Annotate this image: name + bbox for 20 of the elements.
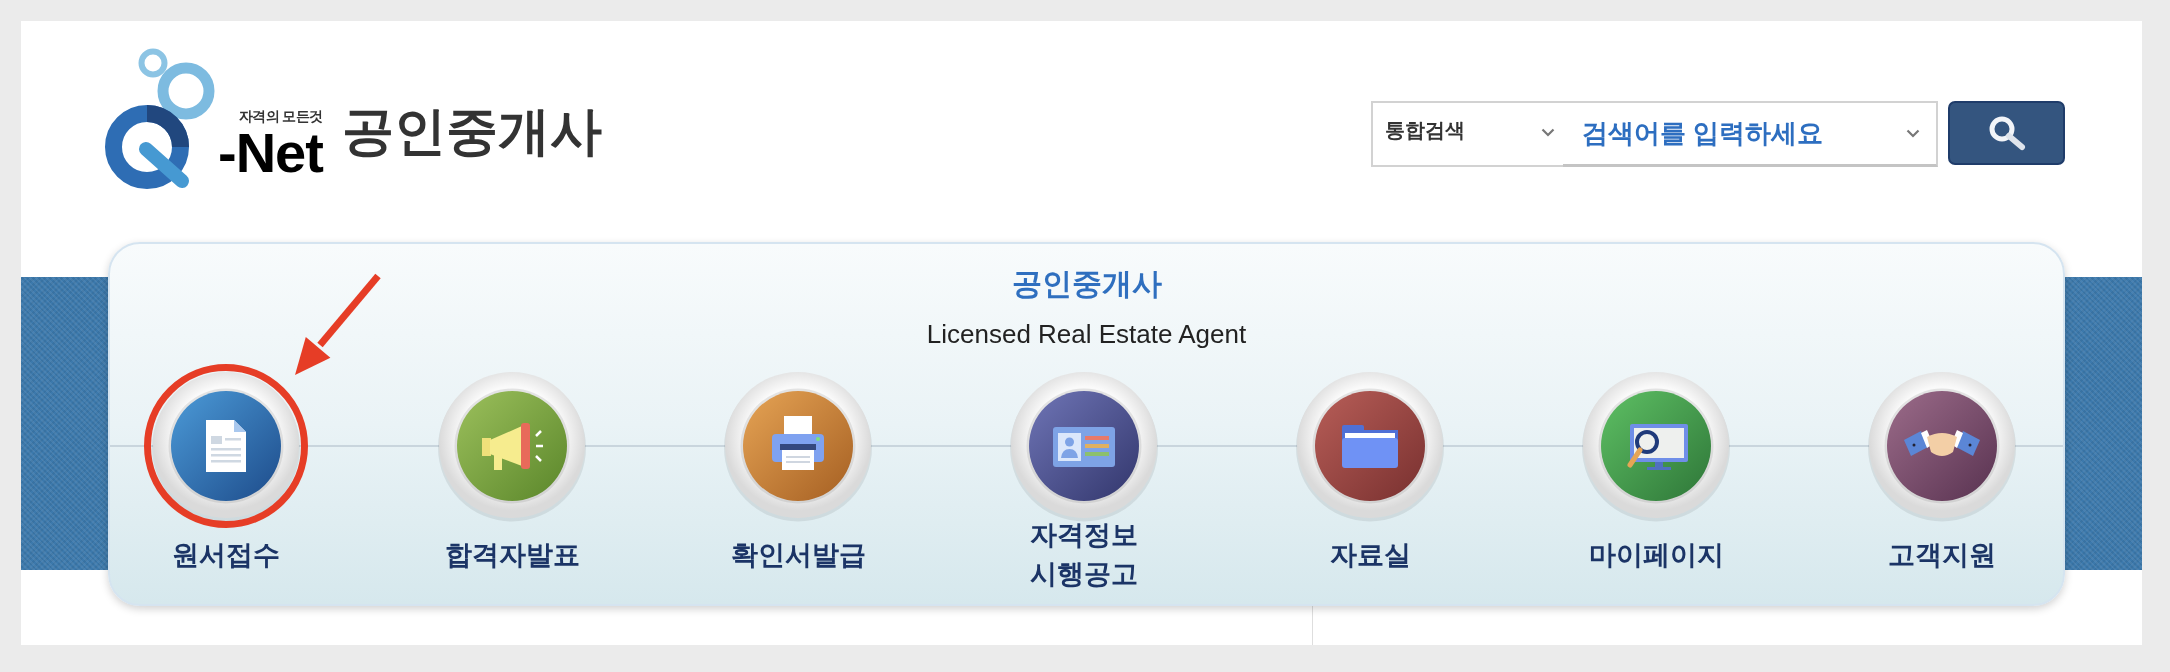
search-button[interactable] xyxy=(1948,101,2065,165)
menu-link[interactable]: 자격정보 시행공고 xyxy=(999,370,1169,594)
monitor-magnifier-icon xyxy=(1580,370,1732,522)
menu-link[interactable]: 원서접수 xyxy=(141,370,311,594)
menu-link[interactable]: 고객지원 xyxy=(1857,370,2027,594)
menu-link[interactable]: 확인서발급 xyxy=(713,370,883,594)
menu-link[interactable]: 합격자발표 xyxy=(427,370,597,594)
logo-tagline: 자격의 모든것 xyxy=(237,107,323,125)
id-card-icon xyxy=(1008,370,1160,522)
banner-title: 공인중개사 xyxy=(1010,266,1163,302)
page-title: 공인중개사 xyxy=(341,101,602,162)
menu-link[interactable]: 마이페이지 xyxy=(1571,370,1741,594)
banner-subtitle: Licensed Real Estate Agent xyxy=(925,318,1248,351)
menu-link[interactable]: 자료실 xyxy=(1285,370,1455,594)
folder-icon xyxy=(1294,370,1446,522)
megaphone-icon xyxy=(436,370,588,522)
handshake-icon xyxy=(1866,370,2018,522)
printer-icon xyxy=(722,370,874,522)
q-logo-icon xyxy=(104,47,216,189)
logo-wordmark: -Net xyxy=(218,125,323,181)
